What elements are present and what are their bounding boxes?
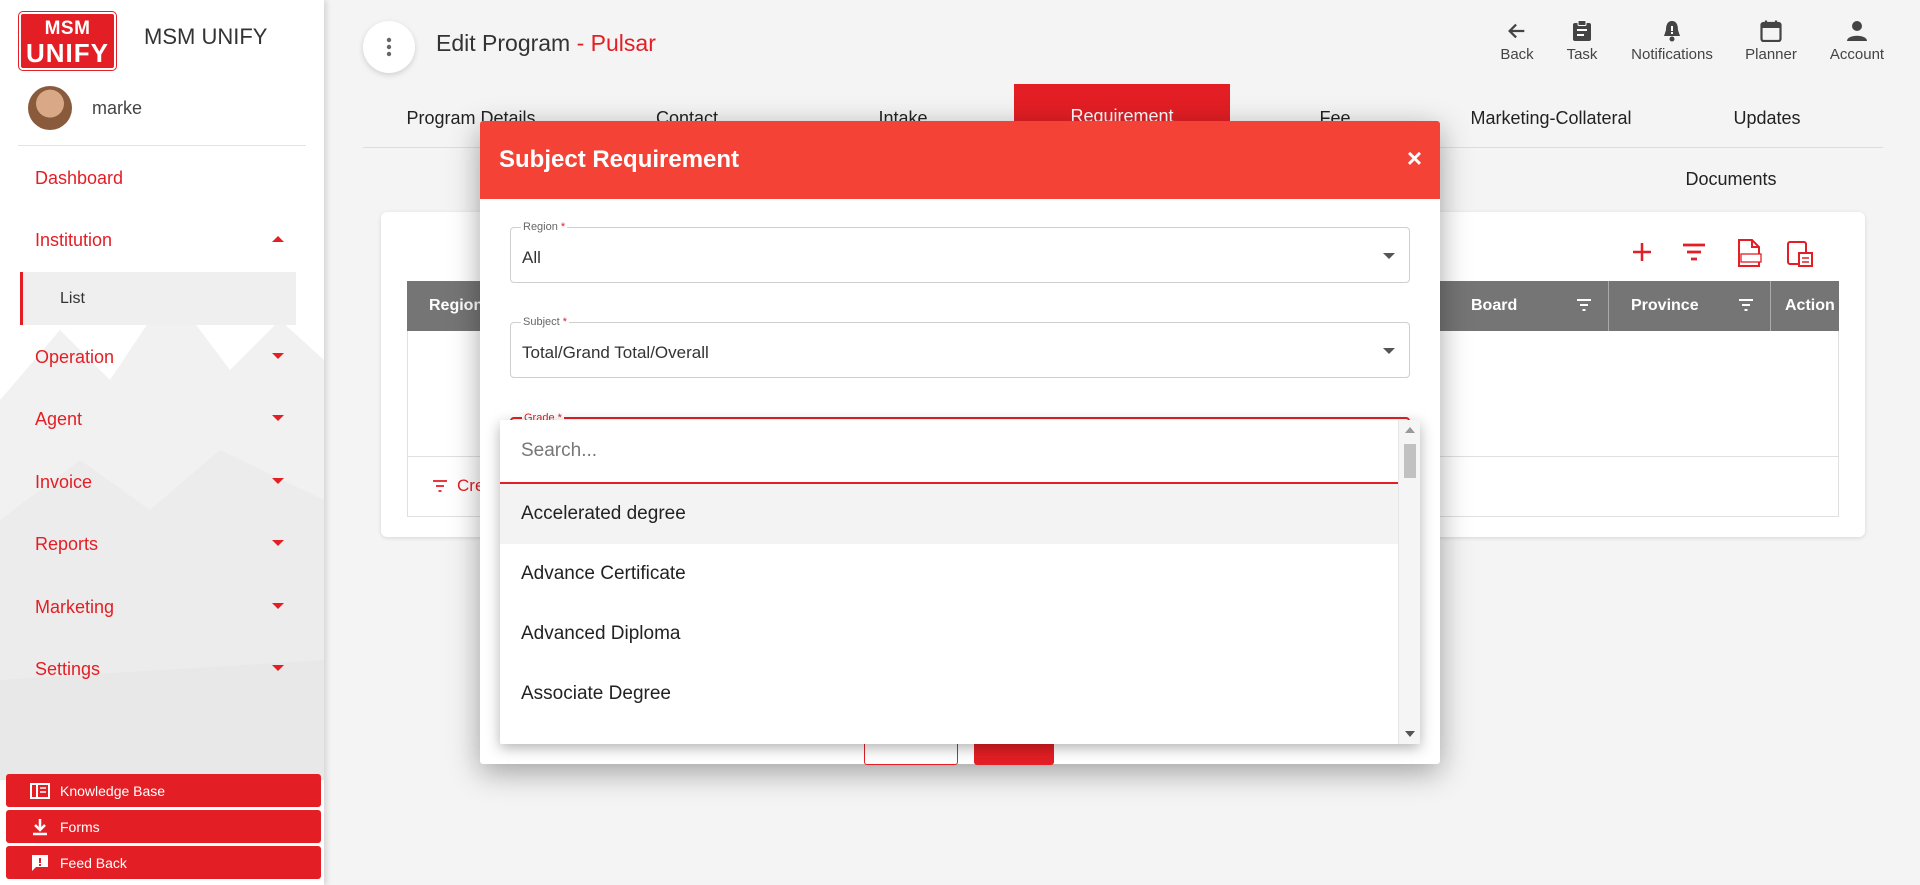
option-label: Accelerated degree <box>521 503 686 524</box>
option-label: Advanced Diploma <box>521 623 681 644</box>
grade-search-input[interactable] <box>500 420 1398 482</box>
option-label: Associate Degree <box>521 683 671 704</box>
region-select[interactable]: Region * All <box>510 221 1410 283</box>
dialog-header: Subject Requirement × <box>480 121 1440 199</box>
region-label: Region * <box>521 221 568 233</box>
grade-search-box <box>500 420 1398 484</box>
region-value: All <box>522 248 541 267</box>
subject-label: Subject * <box>521 316 570 328</box>
grade-dropdown-panel: Accelerated degree Advance Certificate A… <box>500 420 1420 744</box>
grade-option[interactable]: Accelerated degree <box>500 484 1398 544</box>
grade-option[interactable]: Advance Certificate <box>500 544 1398 604</box>
close-icon[interactable]: × <box>1407 143 1422 174</box>
grade-option[interactable]: Associate Degree <box>500 664 1398 724</box>
scrollbar-thumb[interactable] <box>1404 444 1416 478</box>
dialog-title: Subject Requirement <box>499 146 740 173</box>
option-label: Advance Certificate <box>521 563 686 584</box>
subject-value: Total/Grand Total/Overall <box>522 343 709 362</box>
dropdown-scrollbar[interactable] <box>1398 420 1420 744</box>
dropdown-arrow-icon <box>1383 253 1395 259</box>
scroll-up-arrow-icon[interactable] <box>1405 427 1415 433</box>
scroll-down-arrow-icon[interactable] <box>1405 731 1415 737</box>
subject-select[interactable]: Subject * Total/Grand Total/Overall <box>510 316 1410 378</box>
grade-option[interactable]: Advanced Diploma <box>500 604 1398 664</box>
dropdown-arrow-icon <box>1383 348 1395 354</box>
